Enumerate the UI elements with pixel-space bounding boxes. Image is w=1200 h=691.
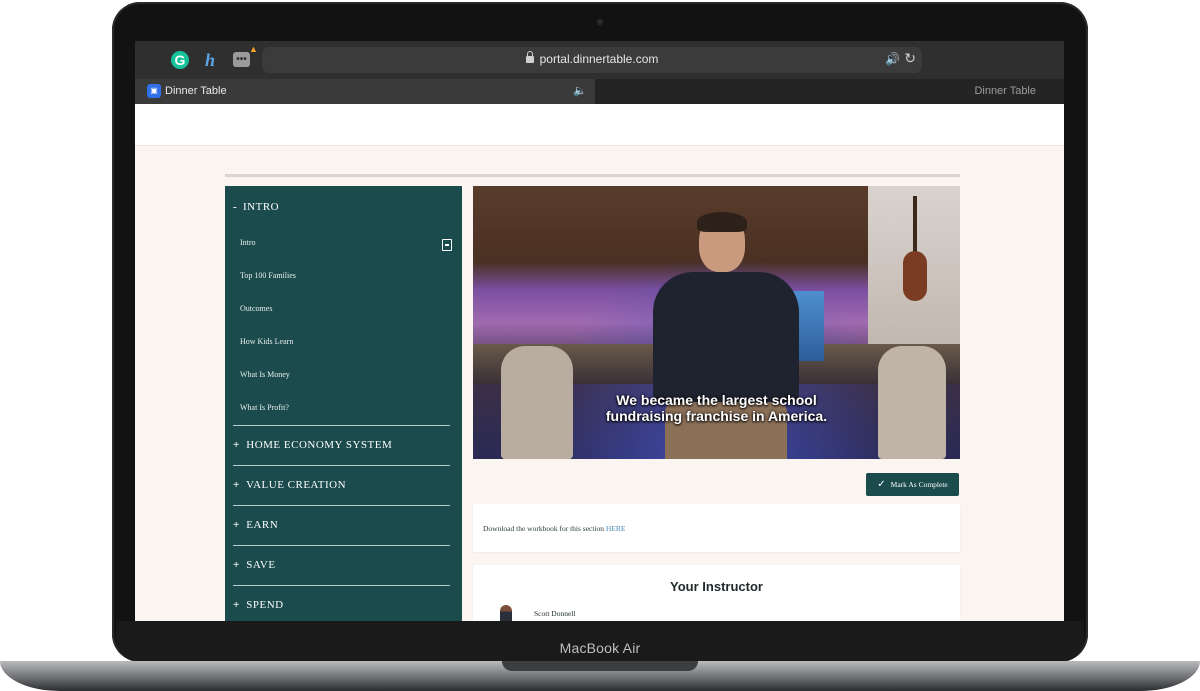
tab-bar: ▣ Dinner Table 🔈 Dinner Table — [135, 79, 1064, 104]
instructor-card: Your Instructor Scott Donnell — [473, 565, 960, 621]
section-save[interactable]: + SAVE — [233, 559, 276, 571]
avatar — [500, 605, 512, 621]
more-extensions-icon[interactable]: ••• — [233, 52, 250, 67]
section-value-creation[interactable]: + VALUE CREATION — [233, 479, 346, 491]
tab-title: Dinner Table — [165, 85, 227, 97]
dinner-table-favicon-icon: ▣ — [147, 84, 161, 98]
tab-active[interactable]: ▣ Dinner Table 🔈 — [135, 79, 595, 104]
browser-toolbar: G h ••• ▲ portal.dinnertable.com 🔊 ↻ — [135, 41, 1064, 79]
document-icon — [442, 239, 452, 251]
section-home-economy-system[interactable]: + HOME ECONOMY SYSTEM — [233, 439, 392, 451]
device-label: MacBook Air — [559, 640, 641, 656]
page-header — [135, 104, 1064, 146]
guitar — [901, 196, 929, 306]
instructor-name: Scott Donnell — [534, 609, 576, 618]
tab-audio-icon[interactable]: 🔈 — [573, 84, 587, 97]
lock-icon — [525, 51, 534, 63]
mark-complete-button[interactable]: ✓ Mark As Complete — [866, 473, 959, 496]
instructor-title: Your Instructor — [670, 579, 763, 594]
progress-rule — [225, 174, 960, 177]
tab-inactive[interactable]: Dinner Table — [974, 85, 1036, 97]
checkmark-icon: ✓ — [877, 479, 886, 490]
course-sidebar: - INTRO Intro Top 100 Families Outcomes H… — [225, 186, 462, 621]
workbook-card: Download the workbook for this section H… — [473, 504, 960, 552]
video-caption: We became the largest school fundraising… — [473, 392, 960, 424]
honey-icon[interactable]: h — [201, 50, 219, 70]
divider — [233, 545, 450, 546]
speaker-icon[interactable]: 🔊 — [885, 52, 900, 66]
video-player[interactable]: We became the largest school fundraising… — [473, 186, 960, 459]
warning-icon: ▲ — [249, 44, 258, 54]
section-earn[interactable]: + EARN — [233, 519, 278, 531]
reload-icon[interactable]: ↻ — [904, 50, 916, 67]
divider — [233, 465, 450, 466]
lesson-intro[interactable]: Intro — [240, 238, 256, 247]
divider — [233, 425, 450, 426]
lesson-outcomes[interactable]: Outcomes — [240, 304, 272, 313]
grammarly-icon[interactable]: G — [171, 51, 189, 69]
caption-line-1: We became the largest school — [616, 392, 817, 408]
divider — [233, 505, 450, 506]
camera-dot — [597, 19, 603, 25]
lesson-what-is-money[interactable]: What Is Money — [240, 370, 290, 379]
section-intro[interactable]: - INTRO — [233, 201, 279, 213]
url-text: portal.dinnertable.com — [539, 52, 659, 66]
divider — [233, 585, 450, 586]
caption-line-2: fundraising franchise in America. — [605, 408, 828, 424]
workbook-text: Download the workbook for this section H… — [483, 524, 626, 533]
laptop-notch — [502, 661, 698, 671]
lesson-top-100-families[interactable]: Top 100 Families — [240, 271, 296, 280]
section-spend[interactable]: + SPEND — [233, 599, 284, 611]
lesson-how-kids-learn[interactable]: How Kids Learn — [240, 337, 293, 346]
lesson-what-is-profit[interactable]: What Is Profit? — [240, 403, 289, 412]
address-bar[interactable]: portal.dinnertable.com 🔊 ↻ — [262, 47, 922, 73]
screen: G h ••• ▲ portal.dinnertable.com 🔊 ↻ ▣ D… — [135, 41, 1064, 621]
url-display: portal.dinnertable.com — [262, 51, 922, 66]
workbook-link[interactable]: HERE — [606, 524, 626, 533]
mark-complete-label: Mark As Complete — [890, 480, 948, 489]
